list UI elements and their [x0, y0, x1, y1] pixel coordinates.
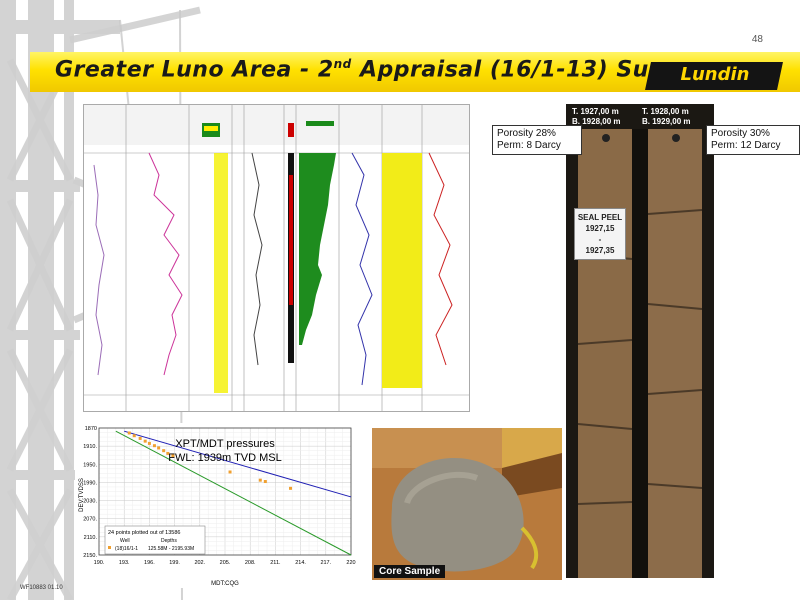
y-tick-label: 1990. [83, 480, 97, 486]
pressure-chart-panel: 190. 193. 196. 199. 202. 205. 208. 211. 214. 217.… [75, 423, 358, 588]
logo-text: Lundin [680, 64, 750, 85]
chart-title: XPT/MDT pressures [175, 438, 275, 450]
footer-reference-code: WF10883 01.10 [20, 585, 63, 591]
x-tick-label: 211. [270, 560, 281, 566]
core-photo: T. 1927,00 m B. 1928,00 m T. 1928,00 m B… [566, 104, 714, 578]
data-point [162, 449, 166, 453]
slide-title: Greater Luno Area - 2nd Appraisal (16/1-… [55, 57, 737, 82]
y-tick-label: 2150. [83, 553, 97, 559]
data-point [152, 444, 156, 448]
core-depth-label: T. 1928,00 m [642, 107, 689, 116]
y-tick-label: 1950. [83, 462, 97, 468]
legend-row-depths: 125.58M - 2195.93M [148, 546, 194, 552]
core-sample-caption: Core Sample [374, 565, 446, 578]
core-sample-graphic [372, 428, 562, 580]
y-tick-labels: 1870 1910. 1950. 1990. 2030. 2070. 2110. 2150. [83, 426, 97, 559]
legend-marker [108, 546, 111, 549]
data-point [138, 436, 142, 440]
x-tick-label: 202. [194, 560, 205, 566]
seal-peel-label: SEAL PEEL 1927,15 - 1927,35 [574, 208, 626, 260]
x-tick-label: 220 [346, 560, 355, 566]
seal-peel-top: 1927,15 [585, 224, 615, 233]
seal-peel-dash: - [598, 235, 602, 244]
data-point [147, 441, 151, 445]
seal-peel-title: SEAL PEEL [577, 213, 623, 222]
data-point [157, 446, 161, 450]
y-tick-label: 2030. [83, 499, 97, 505]
x-tick-label: 205. [220, 560, 231, 566]
x-tick-label: 217. [320, 560, 331, 566]
y-tick-label: 2070. [83, 517, 97, 523]
x-tick-label: 199. [169, 560, 180, 566]
perm-text: Perm: 8 Darcy [497, 140, 561, 151]
legend-header: 24 points plotted out of 13586 [108, 530, 180, 536]
data-point [289, 486, 293, 490]
data-point [263, 480, 267, 484]
data-point [132, 434, 136, 438]
legend-row-well: (18)16/1-1 [115, 546, 138, 552]
x-tick-label: 196. [144, 560, 155, 566]
data-point [228, 470, 232, 474]
y-tick-label: 1910. [83, 444, 97, 450]
x-tick-label: 193. [119, 560, 130, 566]
well-log-graphic [84, 105, 469, 411]
y-tick-label: 2110. [84, 535, 98, 541]
porosity-callout-right: Porosity 30% Perm: 12 Darcy [706, 125, 800, 155]
x-tick-label: 208. [245, 560, 256, 566]
x-axis-label: MDT:CQG [211, 581, 239, 587]
x-tick-label: 190. [94, 560, 105, 566]
data-point [258, 478, 262, 482]
pressure-chart: 190. 193. 196. 199. 202. 205. 208. 211. 214. 217.… [79, 426, 356, 587]
title-main: Greater Luno Area - 2 [55, 57, 334, 83]
data-point [127, 431, 131, 435]
page-number: 48 [751, 34, 763, 45]
legend-col-well: Well [120, 538, 130, 544]
x-tick-labels: 190. 193. 196. 199. 202. 205. 208. 211. 214. 217.… [94, 560, 356, 566]
core-sample-photo [372, 428, 562, 580]
porosity-callout-left: Porosity 28% Perm: 8 Darcy [492, 125, 582, 155]
porosity-text: Porosity 28% [497, 128, 556, 139]
title-superscript: nd [333, 57, 352, 71]
core-photo-graphic [577, 129, 703, 578]
legend-col-depths: Depths [161, 538, 177, 544]
porosity-text: Porosity 30% [711, 128, 770, 139]
core-depth-label: B. 1929,00 m [642, 117, 691, 126]
data-point [143, 439, 147, 443]
seal-peel-bottom: 1927,35 [585, 246, 615, 255]
x-tick-label: 214. [295, 560, 306, 566]
core-depth-label: T. 1927,00 m [572, 107, 619, 116]
chart-subtitle: FWL: 1939m TVD MSL [168, 452, 282, 464]
y-tick-label: 1870 [85, 426, 97, 432]
well-log-panel [83, 104, 470, 412]
y-axis-label: DEV:TVDSS [79, 478, 85, 512]
perm-text: Perm: 12 Darcy [711, 140, 781, 151]
